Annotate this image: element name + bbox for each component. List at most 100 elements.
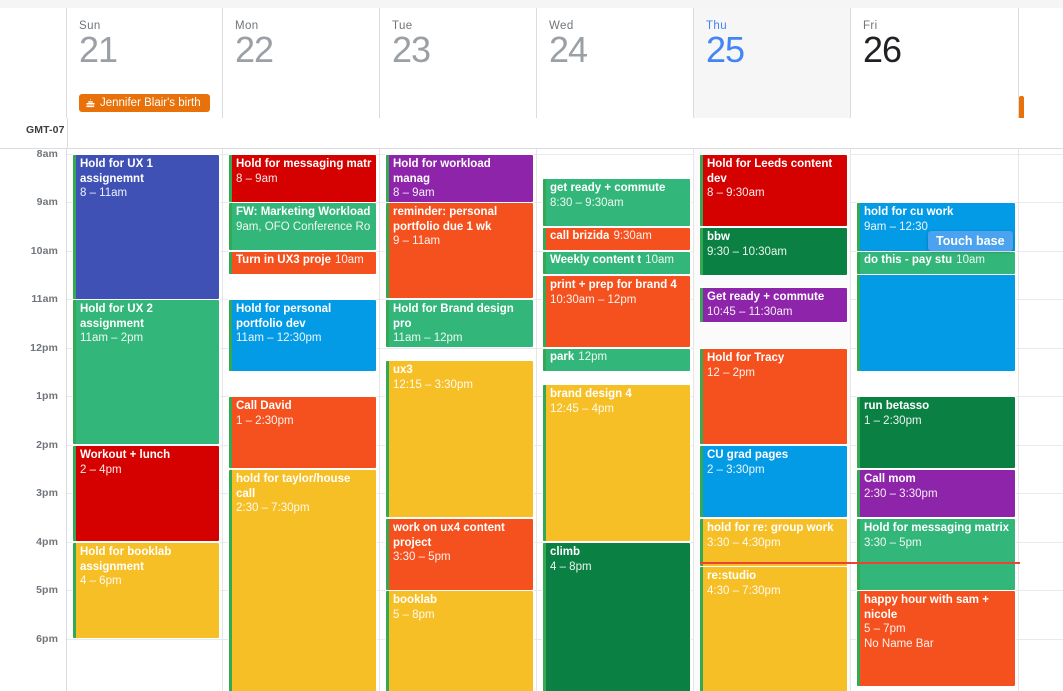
day-number[interactable]: 24: [549, 30, 693, 70]
event-accent-bar: [229, 203, 232, 250]
calendar-event[interactable]: booklab 5 – 8pm: [385, 590, 534, 691]
calendar-event[interactable]: work on ux4 content project 3:30 – 5pm: [385, 518, 534, 591]
event-accent-bar: [73, 300, 76, 444]
calendar-event[interactable]: Hold for UX 1 assignemnt 8 – 11am: [72, 154, 220, 300]
calendar-event[interactable]: do this - pay stu 10am: [856, 251, 1016, 275]
calendar-week-view: Sun 21 Mon 22 Tue 23 Wed 24 Thu 25 Fri 26 Jennifer …: [0, 0, 1063, 691]
event-accent-bar: [857, 519, 860, 590]
event-time: 10:45 – 11:30am: [707, 305, 793, 318]
drag-event-chip[interactable]: Touch base: [928, 231, 1013, 251]
day-number[interactable]: 26: [863, 30, 1018, 70]
event-title: climb: [550, 546, 581, 558]
day-header-wed[interactable]: Wed 24: [537, 8, 694, 118]
calendar-event[interactable]: Hold for messaging matr 8 – 9am: [228, 154, 377, 203]
event-time: 3:30 – 5pm: [864, 536, 922, 549]
calendar-event[interactable]: park 12pm: [542, 348, 691, 372]
event-title: Call David: [236, 400, 292, 412]
calendar-event[interactable]: Workout + lunch 2 – 4pm: [72, 445, 220, 542]
calendar-event[interactable]: brand design 4 12:45 – 4pm: [542, 384, 691, 542]
event-title: Weekly content t: [550, 254, 642, 266]
event-title: hold for taylor/house call: [236, 473, 351, 500]
time-grid[interactable]: 8am 9am 10am 11am 12pm 1pm 2pm 3pm 4pm 5pm 6pm Hol…: [0, 149, 1063, 691]
event-accent-bar: [700, 228, 703, 275]
calendar-event[interactable]: print + prep for brand 4 10:30am – 12pm: [542, 275, 691, 348]
event-accent-bar: [229, 470, 232, 691]
calendar-event[interactable]: Hold for Brand design pro 11am – 12pm: [385, 299, 534, 348]
event-title: ux3: [393, 364, 413, 376]
day-number[interactable]: 21: [79, 30, 222, 70]
calendar-event[interactable]: Hold for workload manag 8 – 9am: [385, 154, 534, 203]
event-title: Hold for personal portfolio dev: [236, 303, 332, 330]
day-number[interactable]: 23: [392, 30, 536, 70]
event-time: 8 – 11am: [80, 187, 128, 199]
day-header-fri[interactable]: Fri 26: [851, 8, 1019, 118]
event-accent-bar: [543, 276, 546, 347]
time-label: 10am: [30, 245, 58, 257]
event-title: run betasso: [864, 400, 930, 412]
event-time: 12pm: [578, 351, 608, 363]
header-gutter: [0, 8, 67, 118]
time-label: 2pm: [36, 439, 58, 451]
calendar-event[interactable]: hold for taylor/house call 2:30 – 7:30pm: [228, 469, 377, 691]
event-time: 4 – 8pm: [550, 560, 592, 573]
all-day-event[interactable]: Jennifer Blair's birth: [79, 94, 210, 112]
event-accent-bar: [386, 361, 389, 517]
event-title: do this - pay stu: [864, 254, 953, 266]
event-title: Call mom: [864, 473, 916, 485]
calendar-event[interactable]: Hold for Leeds content dev 8 – 9:30am: [699, 154, 848, 227]
event-accent-bar: [73, 543, 76, 638]
calendar-event[interactable]: reminder: personal portfolio due 1 wk 9 –…: [385, 202, 534, 299]
time-label: 8am: [36, 149, 58, 160]
calendar-event[interactable]: hold for cu work 9am – 12:30: [856, 202, 1016, 372]
calendar-event[interactable]: Call David 1 – 2:30pm: [228, 396, 377, 469]
day-number[interactable]: 25: [706, 30, 850, 70]
calendar-event[interactable]: Turn in UX3 proje 10am: [228, 251, 377, 275]
calendar-event[interactable]: Hold for UX 2 assignment 11am – 2pm: [72, 299, 220, 445]
event-accent-bar: [857, 252, 860, 274]
event-accent-bar: [229, 155, 232, 202]
event-accent-bar: [543, 179, 546, 226]
event-time: 10:30am – 12pm: [550, 293, 637, 306]
calendar-event[interactable]: Weekly content t 10am: [542, 251, 691, 275]
calendar-event[interactable]: hold for re: group work 3:30 – 4:30pm: [699, 518, 848, 567]
calendar-event[interactable]: Hold for Tracy 12 – 2pm: [699, 348, 848, 445]
event-time: 9am, OFO Conference Ro: [236, 220, 371, 233]
event-accent-bar: [857, 470, 860, 517]
calendar-event[interactable]: climb 4 – 8pm: [542, 542, 691, 691]
calendar-event[interactable]: Hold for booklab assignment 4 – 6pm: [72, 542, 220, 639]
calendar-event[interactable]: bbw 9:30 – 10:30am: [699, 227, 848, 276]
calendar-event[interactable]: CU grad pages 2 – 3:30pm: [699, 445, 848, 518]
calendar-event[interactable]: run betasso 1 – 2:30pm: [856, 396, 1016, 469]
day-number[interactable]: 22: [235, 30, 379, 70]
event-accent-bar: [386, 591, 389, 691]
calendar-event[interactable]: call brizida 9:30am: [542, 227, 691, 251]
calendar-event[interactable]: Hold for personal portfolio dev 11am – 12…: [228, 299, 377, 372]
event-title: FW: Marketing Workload: [236, 206, 371, 218]
event-time: 3:30 – 4:30pm: [707, 536, 781, 549]
calendar-event[interactable]: get ready + commute 8:30 – 9:30am: [542, 178, 691, 227]
calendar-event[interactable]: Call mom 2:30 – 3:30pm: [856, 469, 1016, 518]
calendar-event[interactable]: Get ready + commute 10:45 – 11:30am: [699, 287, 848, 323]
event-time: 11am – 12:30pm: [236, 332, 322, 344]
timezone-label: GMT-07: [26, 124, 65, 136]
day-header-tue[interactable]: Tue 23: [380, 8, 537, 118]
event-time: 9:30 – 10:30am: [707, 245, 787, 258]
event-time: 3:30 – 5pm: [393, 551, 451, 563]
event-time: 9:30am: [613, 230, 652, 242]
calendar-event[interactable]: Hold for messaging matrix 3:30 – 5pm: [856, 518, 1016, 591]
calendar-event[interactable]: FW: Marketing Workload 9am, OFO Conferenc…: [228, 202, 377, 251]
event-title: reminder: personal portfolio due 1 wk: [393, 206, 498, 233]
event-title: hold for re: group work: [707, 522, 834, 534]
calendar-event[interactable]: re:studio 4:30 – 7:30pm: [699, 566, 848, 691]
event-title: booklab: [393, 594, 438, 606]
event-time: 2 – 4pm: [80, 463, 122, 476]
calendar-event[interactable]: happy hour with sam + nicole 5 – 7pm No Na…: [856, 590, 1016, 687]
event-time: 9 – 11am: [393, 235, 441, 247]
event-accent-bar: [229, 252, 232, 274]
calendar-event[interactable]: ux3 12:15 – 3:30pm: [385, 360, 534, 518]
time-label: 1pm: [36, 390, 58, 402]
event-title: Hold for UX 1 assignemnt: [80, 158, 153, 185]
event-time: 8:30 – 9:30am: [550, 196, 624, 209]
day-header-thu[interactable]: Thu 25: [694, 8, 851, 118]
day-header-mon[interactable]: Mon 22: [223, 8, 380, 118]
